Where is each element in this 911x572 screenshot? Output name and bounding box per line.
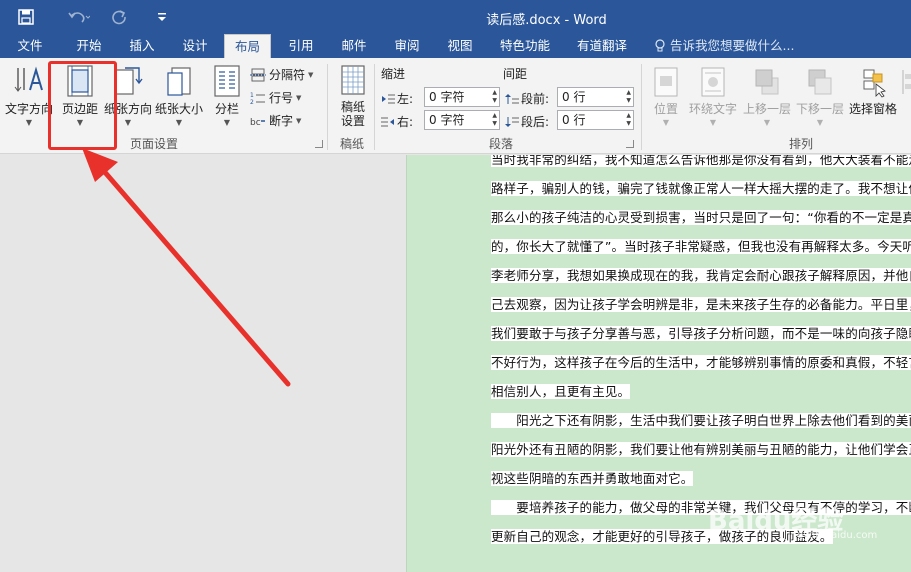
red-arrow-annotation <box>82 148 291 387</box>
watermark-url: jingyan.baidu.com <box>785 530 878 541</box>
